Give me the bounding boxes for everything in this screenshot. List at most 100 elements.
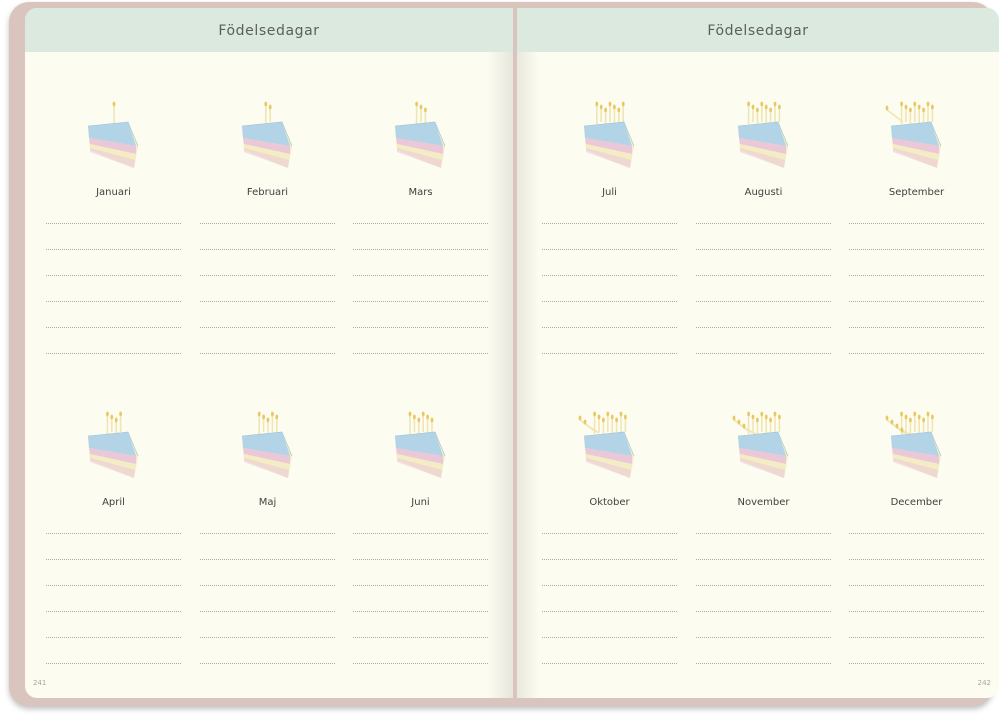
gutter-shadow <box>517 8 539 698</box>
page-number: 241 <box>33 679 47 687</box>
planner-book: Födelsedagar Januari Februari Mars April <box>9 2 999 706</box>
write-line[interactable] <box>353 301 488 302</box>
write-line[interactable] <box>46 533 181 534</box>
write-line[interactable] <box>353 585 488 586</box>
write-line[interactable] <box>849 637 984 638</box>
write-line[interactable] <box>542 275 677 276</box>
cake-icon <box>885 101 942 168</box>
write-line[interactable] <box>353 223 488 224</box>
write-line[interactable] <box>200 327 335 328</box>
write-line[interactable] <box>696 353 831 354</box>
write-line[interactable] <box>353 637 488 638</box>
write-line[interactable] <box>46 611 181 612</box>
write-line[interactable] <box>696 249 831 250</box>
write-line[interactable] <box>542 559 677 560</box>
write-line[interactable] <box>849 327 984 328</box>
write-line[interactable] <box>696 559 831 560</box>
write-line[interactable] <box>200 301 335 302</box>
write-line[interactable] <box>696 637 831 638</box>
write-line[interactable] <box>542 533 677 534</box>
cake-icon <box>241 101 293 168</box>
write-line[interactable] <box>353 611 488 612</box>
cake-icon <box>737 101 789 168</box>
write-line[interactable] <box>353 663 488 664</box>
month-label: Februari <box>246 187 289 198</box>
write-line[interactable] <box>849 585 984 586</box>
page-number: 242 <box>977 679 991 687</box>
write-line[interactable] <box>696 327 831 328</box>
write-line[interactable] <box>200 249 335 250</box>
write-line[interactable] <box>200 223 335 224</box>
month-label: Augusti <box>744 187 783 198</box>
write-line[interactable] <box>849 559 984 560</box>
write-line[interactable] <box>353 249 488 250</box>
write-line[interactable] <box>542 353 677 354</box>
write-line[interactable] <box>46 275 181 276</box>
write-line[interactable] <box>46 327 181 328</box>
write-line[interactable] <box>542 585 677 586</box>
month-label: Juli <box>602 187 617 198</box>
write-line[interactable] <box>542 301 677 302</box>
write-line[interactable] <box>542 637 677 638</box>
cake-icon <box>394 101 446 168</box>
write-line[interactable] <box>353 533 488 534</box>
page-header: Födelsedagar <box>25 8 513 52</box>
write-line[interactable] <box>353 353 488 354</box>
write-line[interactable] <box>200 663 335 664</box>
write-line[interactable] <box>353 559 488 560</box>
write-line[interactable] <box>849 533 984 534</box>
write-line[interactable] <box>849 275 984 276</box>
cake-icon <box>583 101 635 168</box>
write-line[interactable] <box>46 249 181 250</box>
write-line[interactable] <box>46 637 181 638</box>
cake-icon <box>732 411 789 478</box>
write-line[interactable] <box>696 223 831 224</box>
month-label: November <box>737 497 790 508</box>
write-line[interactable] <box>849 223 984 224</box>
write-line[interactable] <box>696 611 831 612</box>
write-line[interactable] <box>200 275 335 276</box>
write-line[interactable] <box>46 301 181 302</box>
write-line[interactable] <box>696 585 831 586</box>
page-title: Födelsedagar <box>218 23 320 39</box>
write-line[interactable] <box>542 611 677 612</box>
write-line[interactable] <box>542 663 677 664</box>
write-line[interactable] <box>696 663 831 664</box>
write-line[interactable] <box>46 663 181 664</box>
write-line[interactable] <box>46 585 181 586</box>
cake-icon <box>578 411 635 478</box>
write-line[interactable] <box>46 223 181 224</box>
cake-icon <box>87 411 139 478</box>
month-label: September <box>888 187 945 198</box>
write-line[interactable] <box>46 353 181 354</box>
write-line[interactable] <box>542 327 677 328</box>
write-line[interactable] <box>542 249 677 250</box>
write-line[interactable] <box>696 275 831 276</box>
cake-icon <box>394 411 446 478</box>
month-label: Oktober <box>589 497 630 508</box>
write-line[interactable] <box>542 223 677 224</box>
page-header: Födelsedagar <box>517 8 999 52</box>
write-line[interactable] <box>849 663 984 664</box>
write-line[interactable] <box>849 353 984 354</box>
gutter-shadow <box>487 8 513 698</box>
write-line[interactable] <box>46 559 181 560</box>
write-line[interactable] <box>696 301 831 302</box>
month-label: Januari <box>96 187 131 198</box>
write-line[interactable] <box>353 275 488 276</box>
month-label: Mars <box>408 187 433 198</box>
left-page: Födelsedagar Januari Februari Mars April <box>25 8 513 698</box>
write-line[interactable] <box>696 533 831 534</box>
write-line[interactable] <box>849 249 984 250</box>
write-line[interactable] <box>200 559 335 560</box>
write-line[interactable] <box>200 637 335 638</box>
write-line[interactable] <box>353 327 488 328</box>
cake-icon <box>241 411 293 478</box>
write-line[interactable] <box>200 533 335 534</box>
write-line[interactable] <box>200 611 335 612</box>
write-line[interactable] <box>849 301 984 302</box>
write-line[interactable] <box>200 353 335 354</box>
month-label: December <box>890 497 943 508</box>
write-line[interactable] <box>200 585 335 586</box>
write-line[interactable] <box>849 611 984 612</box>
